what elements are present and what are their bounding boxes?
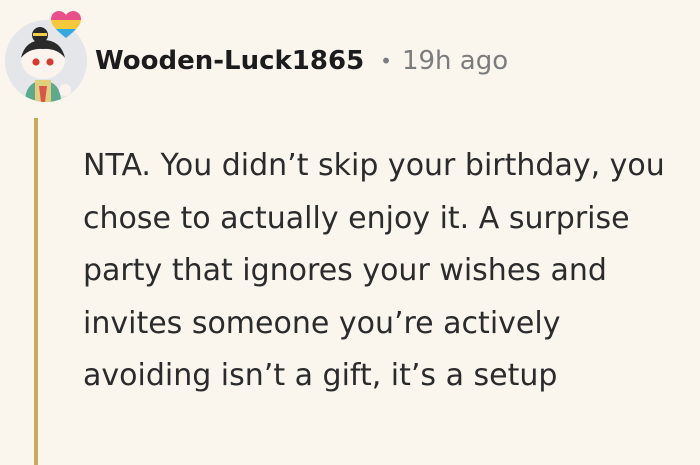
pride-heart-icon <box>50 10 82 40</box>
comment-body: NTA. You didn’t skip your birthday, you … <box>83 148 665 393</box>
comment-timestamp: 19h ago <box>401 46 509 76</box>
username-link[interactable]: Wooden-Luck1865 <box>95 46 364 76</box>
comment: Wooden-Luck1865 • 19h ago NTA. You didn’… <box>0 0 700 465</box>
thread-collapse-line[interactable] <box>34 118 38 465</box>
comment-header: Wooden-Luck1865 • 19h ago <box>95 41 508 81</box>
meta-separator: • <box>380 49 392 73</box>
